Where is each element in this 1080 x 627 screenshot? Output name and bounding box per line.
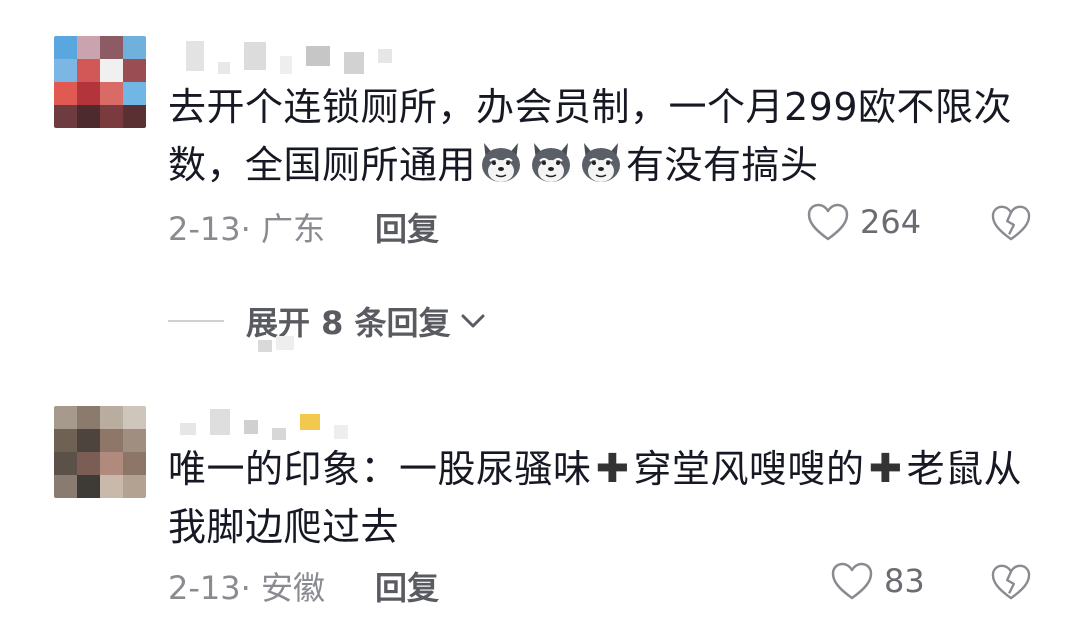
heavy-plus-icon: ✚: [868, 446, 903, 492]
like-button[interactable]: 83: [830, 561, 925, 601]
comment-meta: 2-13· 广东 回复: [168, 204, 439, 250]
dislike-button[interactable]: [990, 204, 1032, 246]
comment-text: 去开个连锁厕所，办会员制，一个月299欧不限次数，全国厕所通用 有没有搞头: [168, 85, 1013, 187]
like-count: 264: [860, 203, 922, 241]
heavy-plus-icon: ✚: [595, 446, 630, 492]
expand-replies-button[interactable]: 展开 8 条回复: [168, 298, 487, 344]
username-pixelated: [180, 404, 348, 440]
reply-button[interactable]: 回复: [375, 563, 439, 609]
broken-heart-icon: [991, 564, 1031, 600]
husky-dog-emoji: [578, 139, 624, 185]
heart-icon: [807, 203, 849, 241]
dislike-button[interactable]: [990, 563, 1032, 605]
date-location: 2-13· 广东: [168, 210, 325, 248]
like-button[interactable]: 264: [806, 202, 921, 242]
chevron-down-icon: [461, 314, 485, 328]
heart-icon: [831, 562, 873, 600]
divider-line: [168, 320, 224, 322]
avatar[interactable]: [54, 36, 146, 128]
pixel-artifact: [258, 340, 272, 352]
broken-heart-icon: [991, 205, 1031, 241]
comment-meta: 2-13· 安徽 回复: [168, 563, 439, 609]
avatar[interactable]: [54, 406, 146, 498]
reply-button[interactable]: 回复: [375, 204, 439, 250]
username-pixelated: [186, 38, 392, 74]
husky-dog-emoji: [478, 139, 524, 185]
date-location: 2-13· 安徽: [168, 569, 325, 607]
comment-text: 唯一的印象：一股尿骚味 ✚ 穿堂风嗖嗖的 ✚ 老鼠从我脚边爬过去: [168, 440, 1048, 556]
husky-dog-emoji: [528, 139, 574, 185]
like-count: 83: [884, 562, 925, 600]
pixel-artifact: [276, 336, 294, 350]
